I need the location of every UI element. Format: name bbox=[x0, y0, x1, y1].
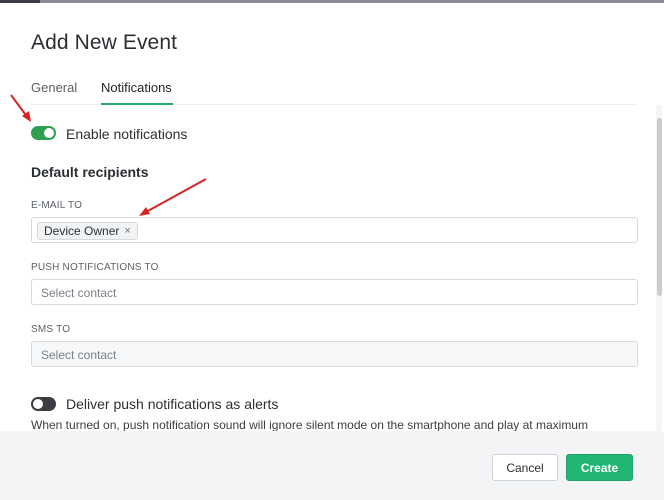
red-arrow-icon bbox=[139, 178, 207, 216]
tab-bar: General Notifications bbox=[31, 78, 637, 105]
dialog-title: Add New Event bbox=[31, 31, 178, 54]
background-window-edge bbox=[0, 0, 664, 3]
push-alerts-toggle[interactable] bbox=[31, 397, 56, 411]
close-icon[interactable]: × bbox=[124, 225, 130, 237]
default-recipients-heading: Default recipients bbox=[31, 164, 149, 180]
active-tab-indicator bbox=[101, 103, 173, 105]
enable-notifications-toggle[interactable] bbox=[31, 126, 56, 140]
push-alerts-helper-text: When turned on, push notification sound … bbox=[31, 418, 588, 432]
toggle-knob bbox=[44, 128, 54, 138]
push-notifications-to-field[interactable]: Select contact bbox=[31, 279, 638, 305]
email-to-label: E-MAIL TO bbox=[31, 200, 83, 211]
sms-to-label: SMS TO bbox=[31, 324, 71, 335]
red-arrow-icon bbox=[10, 94, 31, 122]
enable-notifications-label: Enable notifications bbox=[66, 126, 188, 142]
cancel-button[interactable]: Cancel bbox=[492, 454, 558, 481]
dialog-footer: Cancel Create bbox=[0, 431, 664, 500]
push-select-contact-placeholder: Select contact bbox=[41, 286, 117, 300]
email-to-field[interactable]: Device Owner × bbox=[31, 217, 638, 243]
add-event-dialog: Add New Event General Notifications Enab… bbox=[0, 0, 664, 500]
push-notifications-to-label: PUSH NOTIFICATIONS TO bbox=[31, 262, 159, 273]
tab-notifications[interactable]: Notifications bbox=[101, 80, 172, 95]
push-alerts-label: Deliver push notifications as alerts bbox=[66, 396, 279, 412]
create-button[interactable]: Create bbox=[566, 454, 633, 481]
recipient-chip: Device Owner × bbox=[37, 222, 138, 240]
background-window-fragment bbox=[0, 0, 40, 3]
scrollbar-thumb[interactable] bbox=[657, 118, 662, 296]
toggle-knob bbox=[33, 399, 43, 409]
sms-to-field[interactable]: Select contact bbox=[31, 341, 638, 367]
recipient-chip-label: Device Owner bbox=[44, 224, 120, 238]
tab-general[interactable]: General bbox=[31, 80, 77, 95]
sms-select-contact-placeholder: Select contact bbox=[41, 348, 117, 362]
